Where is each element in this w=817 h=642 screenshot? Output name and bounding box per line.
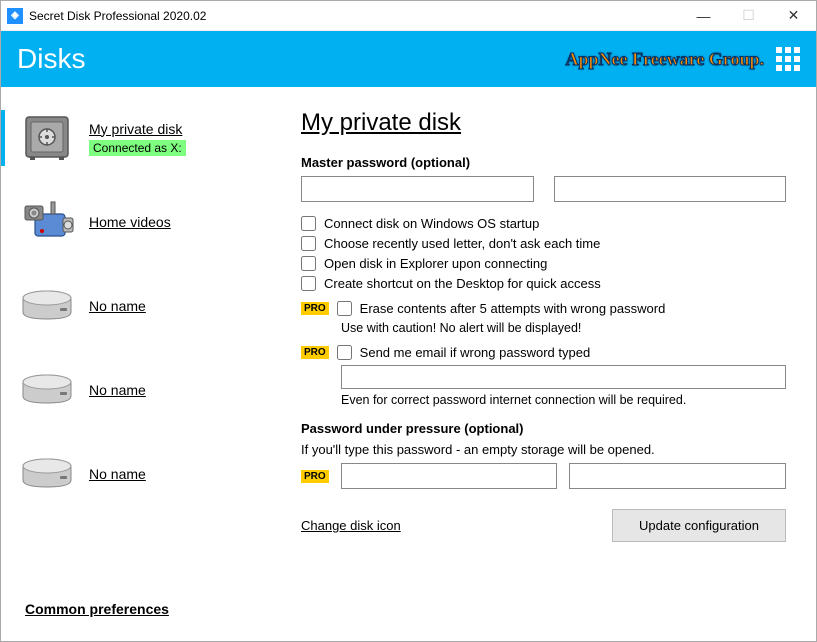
email-hint: Even for correct password internet conne…	[341, 393, 786, 407]
sidebar-item-label: My private disk	[89, 121, 186, 137]
header: Disks AppNee Freeware Group.	[1, 31, 816, 87]
letter-checkbox[interactable]	[301, 236, 316, 251]
letter-label: Choose recently used letter, don't ask e…	[324, 236, 600, 251]
sidebar-item-home-videos[interactable]: Home videos	[1, 189, 281, 255]
pressure-password-1[interactable]	[341, 463, 558, 489]
shortcut-label: Create shortcut on the Desktop for quick…	[324, 276, 601, 291]
window-title: Secret Disk Professional 2020.02	[29, 9, 681, 23]
master-password-input-2[interactable]	[554, 176, 787, 202]
pro-badge: PRO	[301, 302, 329, 315]
main-panel: My private disk Master password (optiona…	[281, 87, 816, 641]
app-icon: ◈	[7, 8, 23, 24]
pressure-label: Password under pressure (optional)	[301, 421, 786, 436]
sidebar-item-label: No name	[89, 298, 146, 314]
sidebar-item-label: No name	[89, 466, 146, 482]
sidebar-item-label: Home videos	[89, 214, 171, 230]
master-password-input-1[interactable]	[301, 176, 534, 202]
close-button[interactable]: ✕	[771, 1, 816, 31]
pro-badge: PRO	[301, 346, 329, 359]
page-title: My private disk	[301, 109, 786, 137]
sidebar-item-my-private-disk[interactable]: My private disk Connected as X:	[1, 105, 281, 171]
pro-badge: PRO	[301, 470, 329, 483]
brand-label: AppNee Freeware Group.	[566, 49, 764, 70]
drive-icon	[15, 449, 79, 499]
header-title: Disks	[17, 43, 566, 75]
erase-hint: Use with caution! No alert will be displ…	[341, 321, 786, 335]
shortcut-checkbox[interactable]	[301, 276, 316, 291]
titlebar: ◈ Secret Disk Professional 2020.02 — ☐ ✕	[1, 1, 816, 31]
safe-icon	[15, 113, 79, 163]
pressure-desc: If you'll type this password - an empty …	[301, 442, 786, 457]
email-checkbox[interactable]	[337, 345, 352, 360]
sidebar-item-noname-2[interactable]: No name	[1, 357, 281, 423]
sidebar-item-label: No name	[89, 382, 146, 398]
sidebar-item-noname-1[interactable]: No name	[1, 273, 281, 339]
camcorder-icon	[15, 197, 79, 247]
update-configuration-button[interactable]: Update configuration	[612, 509, 786, 542]
change-icon-link[interactable]: Change disk icon	[301, 518, 401, 533]
sidebar-item-status: Connected as X:	[89, 140, 186, 156]
common-preferences-link[interactable]: Common preferences	[1, 601, 281, 631]
explorer-checkbox[interactable]	[301, 256, 316, 271]
master-password-label: Master password (optional)	[301, 155, 786, 170]
pressure-password-2[interactable]	[569, 463, 786, 489]
startup-label: Connect disk on Windows OS startup	[324, 216, 539, 231]
email-input[interactable]	[341, 365, 786, 389]
explorer-label: Open disk in Explorer upon connecting	[324, 256, 547, 271]
minimize-button[interactable]: —	[681, 1, 726, 31]
drive-icon	[15, 281, 79, 331]
erase-checkbox[interactable]	[337, 301, 352, 316]
sidebar: My private disk Connected as X:	[1, 87, 281, 641]
menu-grid-icon[interactable]	[776, 47, 800, 71]
erase-label: Erase contents after 5 attempts with wro…	[360, 301, 666, 316]
sidebar-item-noname-3[interactable]: No name	[1, 441, 281, 507]
email-label: Send me email if wrong password typed	[360, 345, 591, 360]
drive-icon	[15, 365, 79, 415]
maximize-button: ☐	[726, 1, 771, 31]
startup-checkbox[interactable]	[301, 216, 316, 231]
